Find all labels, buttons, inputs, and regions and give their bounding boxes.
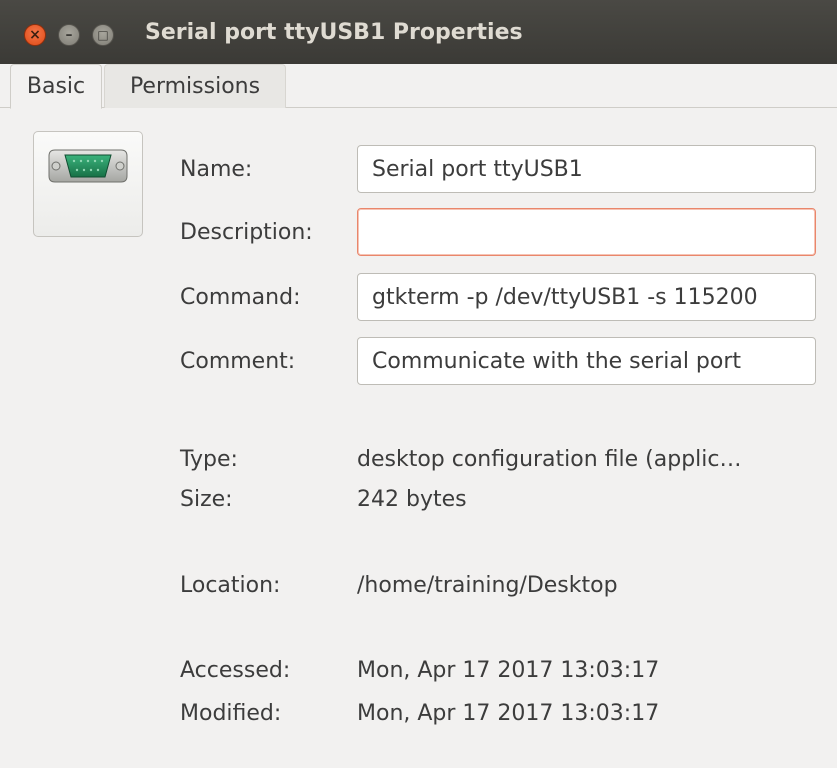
name-field[interactable] [357, 145, 816, 193]
comment-label: Comment: [180, 349, 296, 374]
description-label: Description: [180, 220, 313, 245]
window-title: Serial port ttyUSB1 Properties [145, 20, 523, 45]
maximize-icon: □ [97, 28, 109, 42]
maximize-button[interactable]: □ [92, 24, 114, 46]
title-bar[interactable]: × – □ Serial port ttyUSB1 Properties [0, 0, 837, 64]
close-button[interactable]: × [24, 24, 46, 46]
tab-basic[interactable]: Basic [10, 64, 102, 109]
description-field[interactable] [357, 208, 816, 256]
serial-port-icon [48, 149, 128, 183]
accessed-label: Accessed: [180, 658, 291, 683]
type-value: desktop configuration file (applic… [357, 447, 742, 472]
modified-label: Modified: [180, 701, 282, 726]
command-label: Command: [180, 285, 301, 310]
minimize-button[interactable]: – [58, 24, 80, 46]
location-label: Location: [180, 573, 281, 598]
modified-value: Mon, Apr 17 2017 13:03:17 [357, 701, 660, 726]
type-label: Type: [180, 447, 238, 472]
name-label: Name: [180, 157, 253, 182]
tab-permissions[interactable]: Permissions [104, 64, 286, 108]
properties-dialog: × – □ Serial port ttyUSB1 Properties Bas… [0, 0, 837, 768]
size-label: Size: [180, 487, 233, 512]
file-icon-button[interactable] [33, 131, 143, 237]
minimize-icon: – [65, 27, 73, 43]
comment-field[interactable] [357, 337, 816, 385]
tab-bar: Basic Permissions [0, 64, 837, 109]
command-field[interactable] [357, 273, 816, 321]
accessed-value: Mon, Apr 17 2017 13:03:17 [357, 658, 660, 683]
size-value: 242 bytes [357, 487, 467, 512]
location-value: /home/training/Desktop [357, 573, 618, 598]
close-icon: × [29, 27, 41, 43]
